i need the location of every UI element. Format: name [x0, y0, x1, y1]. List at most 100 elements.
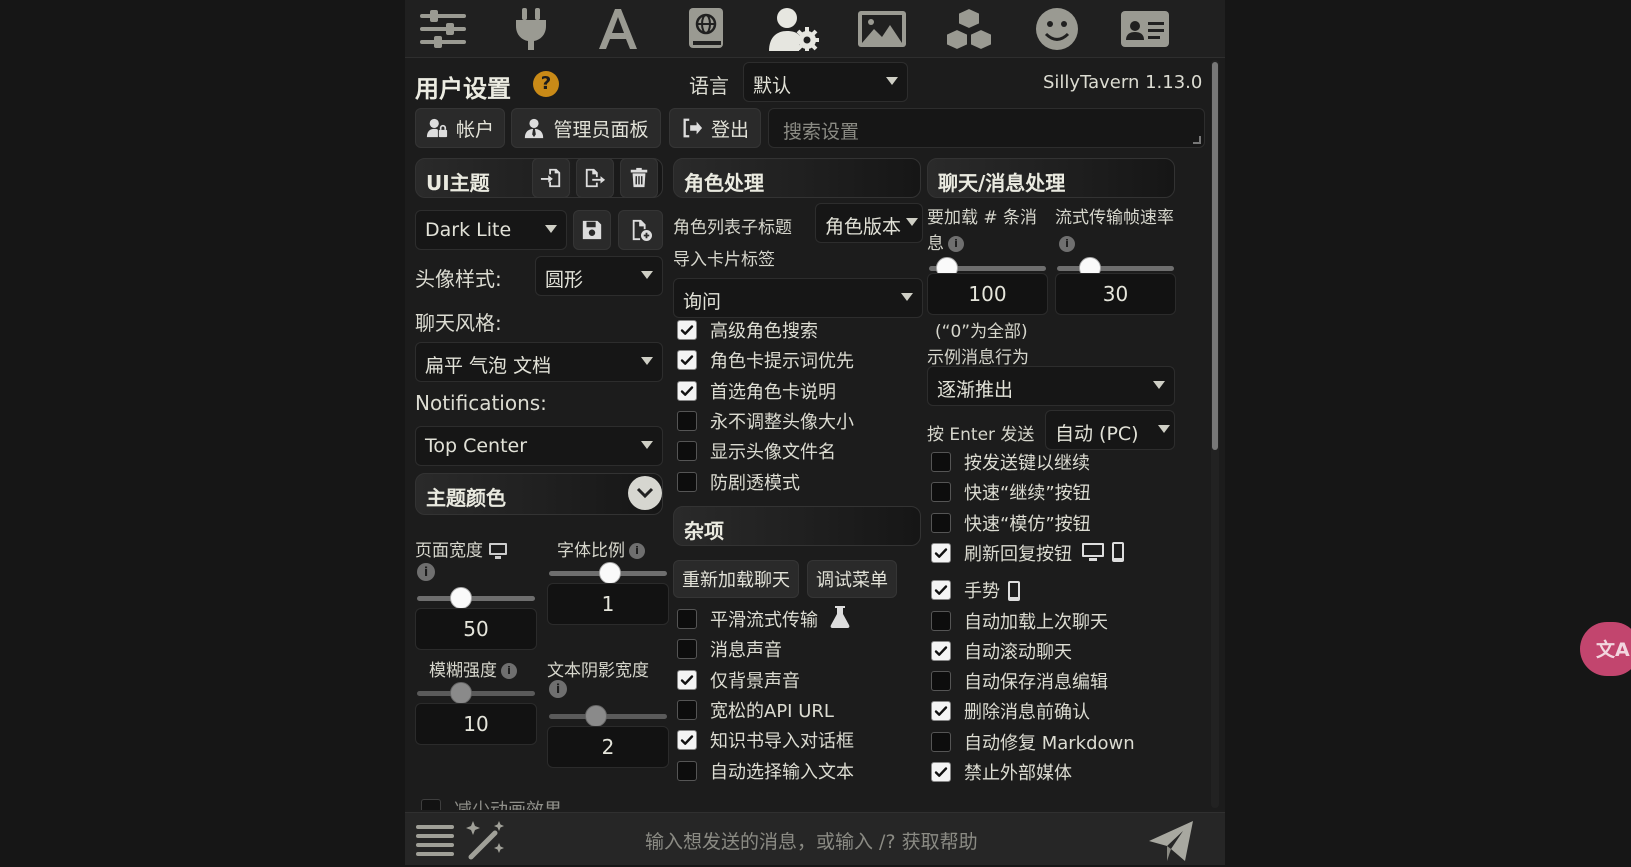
checkbox-checked[interactable]: [931, 701, 951, 722]
info-icon[interactable]: i: [549, 680, 567, 698]
checkbox-unchecked[interactable]: [677, 471, 697, 492]
help-icon[interactable]: ?: [533, 71, 559, 97]
import-theme-button[interactable]: [532, 158, 570, 198]
info-icon[interactable]: i: [948, 236, 964, 252]
font-scale-slider-thumb[interactable]: [599, 562, 621, 584]
char-list-subtitle-select[interactable]: 角色版本: [815, 203, 923, 243]
setting-checkbox[interactable]: 删除消息前确认: [931, 696, 1090, 726]
import-tags-select[interactable]: 询问: [673, 278, 923, 318]
page-width-slider[interactable]: [417, 596, 535, 601]
new-theme-button[interactable]: [618, 210, 663, 250]
checkbox-unchecked[interactable]: [931, 671, 951, 692]
stream-fps-slider[interactable]: [1057, 266, 1174, 271]
theme-select[interactable]: Dark Lite: [415, 210, 567, 250]
setting-checkbox[interactable]: 防剧透模式: [677, 467, 800, 497]
chat-style-select[interactable]: 扁平 气泡 文档: [415, 342, 663, 382]
checkbox-unchecked[interactable]: [931, 452, 951, 472]
checkbox-checked[interactable]: [931, 640, 951, 661]
setting-checkbox[interactable]: 快速“模仿”按钮: [931, 508, 1091, 538]
setting-checkbox[interactable]: 宽松的API URL: [677, 695, 834, 725]
user-cog-icon[interactable]: [767, 6, 821, 52]
export-theme-button[interactable]: [576, 158, 614, 198]
example-messages-select[interactable]: 逐渐推出: [927, 366, 1175, 406]
setting-checkbox[interactable]: 自动加载上次聊天: [931, 606, 1108, 636]
translate-button[interactable]: 文A: [1580, 622, 1631, 676]
blur-strength-slider[interactable]: [417, 691, 535, 696]
stream-fps-value[interactable]: 30: [1055, 273, 1176, 315]
book-globe-icon[interactable]: [679, 6, 733, 52]
blur-strength-value[interactable]: 10: [415, 703, 537, 745]
message-input[interactable]: 输入想发送的消息，或输入 /? 获取帮助: [645, 827, 978, 854]
avatar-style-select[interactable]: 圆形: [535, 256, 663, 296]
account-button[interactable]: 帐户: [415, 108, 505, 148]
id-card-icon[interactable]: [1118, 6, 1172, 52]
enter-to-send-select[interactable]: 自动 (PC): [1045, 410, 1175, 450]
setting-checkbox[interactable]: 刷新回复按钮: [931, 538, 1072, 568]
sliders-icon[interactable]: [416, 6, 470, 52]
checkbox-box[interactable]: [421, 799, 441, 810]
scrollbar-thumb[interactable]: [1212, 62, 1218, 450]
save-theme-button[interactable]: [573, 210, 611, 250]
setting-checkbox[interactable]: 按发送键以继续: [931, 447, 1090, 477]
setting-checkbox[interactable]: 显示头像文件名: [677, 436, 836, 466]
cubes-icon[interactable]: [942, 6, 996, 52]
setting-checkbox[interactable]: 禁止外部媒体: [931, 757, 1072, 787]
debug-menu-button[interactable]: 调试菜单: [807, 560, 897, 598]
setting-checkbox[interactable]: 自动保存消息编辑: [931, 666, 1108, 696]
info-icon[interactable]: i: [1059, 236, 1075, 252]
admin-panel-button[interactable]: 管理员面板: [511, 108, 661, 148]
setting-checkbox[interactable]: 角色卡提示词优先: [677, 345, 854, 375]
logout-button[interactable]: 登出: [669, 108, 761, 148]
info-icon[interactable]: i: [629, 543, 645, 559]
setting-checkbox[interactable]: 快速“继续”按钮: [931, 477, 1091, 507]
expand-chevron-icon[interactable]: [628, 476, 662, 510]
text-shadow-slider[interactable]: [549, 714, 667, 719]
info-icon[interactable]: i: [417, 563, 435, 581]
setting-checkbox[interactable]: 自动选择输入文本: [677, 756, 854, 786]
smiley-icon[interactable]: [1030, 6, 1084, 52]
magic-wand-icon[interactable]: [463, 819, 507, 865]
resize-handle-icon[interactable]: [1193, 136, 1201, 144]
delete-theme-button[interactable]: [620, 158, 658, 198]
checkbox-unchecked[interactable]: [931, 482, 951, 503]
checkbox-unchecked[interactable]: [677, 699, 697, 720]
checkbox-checked[interactable]: [677, 380, 697, 401]
setting-checkbox[interactable]: 知识书导入对话框: [677, 725, 854, 755]
info-icon[interactable]: i: [501, 663, 517, 679]
reload-chat-button[interactable]: 重新加载聊天: [673, 560, 799, 598]
setting-checkbox[interactable]: 平滑流式传输: [677, 604, 818, 634]
options-menu-icon[interactable]: [415, 821, 455, 863]
send-icon[interactable]: [1147, 819, 1195, 867]
checkbox-checked[interactable]: [677, 669, 697, 690]
checkbox-unchecked[interactable]: [677, 639, 697, 660]
font-scale-value[interactable]: 1: [547, 583, 669, 625]
checkbox-unchecked[interactable]: [677, 760, 697, 781]
setting-checkbox[interactable]: 高级角色搜索: [677, 315, 818, 345]
reduced-motion-checkbox[interactable]: 减少动画效果: [421, 794, 562, 810]
checkbox-checked[interactable]: [931, 542, 951, 563]
text-shadow-value[interactable]: 2: [547, 726, 669, 768]
setting-checkbox[interactable]: 自动滚动聊天: [931, 636, 1072, 666]
checkbox-unchecked[interactable]: [677, 609, 697, 629]
language-select[interactable]: 默认: [743, 62, 908, 102]
setting-checkbox[interactable]: 仅背景声音: [677, 665, 800, 695]
text-shadow-slider-thumb[interactable]: [585, 705, 607, 727]
notifications-select[interactable]: Top Center: [415, 426, 663, 466]
setting-checkbox[interactable]: 首选角色卡说明: [677, 376, 836, 406]
setting-checkbox[interactable]: 消息声音: [677, 634, 782, 664]
page-width-slider-thumb[interactable]: [450, 587, 472, 609]
checkbox-unchecked[interactable]: [931, 610, 951, 631]
setting-checkbox[interactable]: 自动修复 Markdown: [931, 727, 1135, 757]
setting-checkbox[interactable]: 永不调整头像大小: [677, 406, 854, 436]
page-width-value[interactable]: 50: [415, 608, 537, 650]
plug-icon[interactable]: [504, 6, 558, 52]
search-settings-input[interactable]: 搜索设置: [768, 108, 1205, 148]
font-icon[interactable]: [591, 6, 645, 52]
checkbox-checked[interactable]: [931, 580, 951, 601]
checkbox-checked[interactable]: [677, 320, 697, 340]
checkbox-unchecked[interactable]: [677, 410, 697, 431]
setting-checkbox[interactable]: 手势: [931, 575, 1000, 605]
checkbox-unchecked[interactable]: [931, 731, 951, 752]
checkbox-checked[interactable]: [677, 350, 697, 371]
landscape-icon[interactable]: [855, 6, 909, 52]
